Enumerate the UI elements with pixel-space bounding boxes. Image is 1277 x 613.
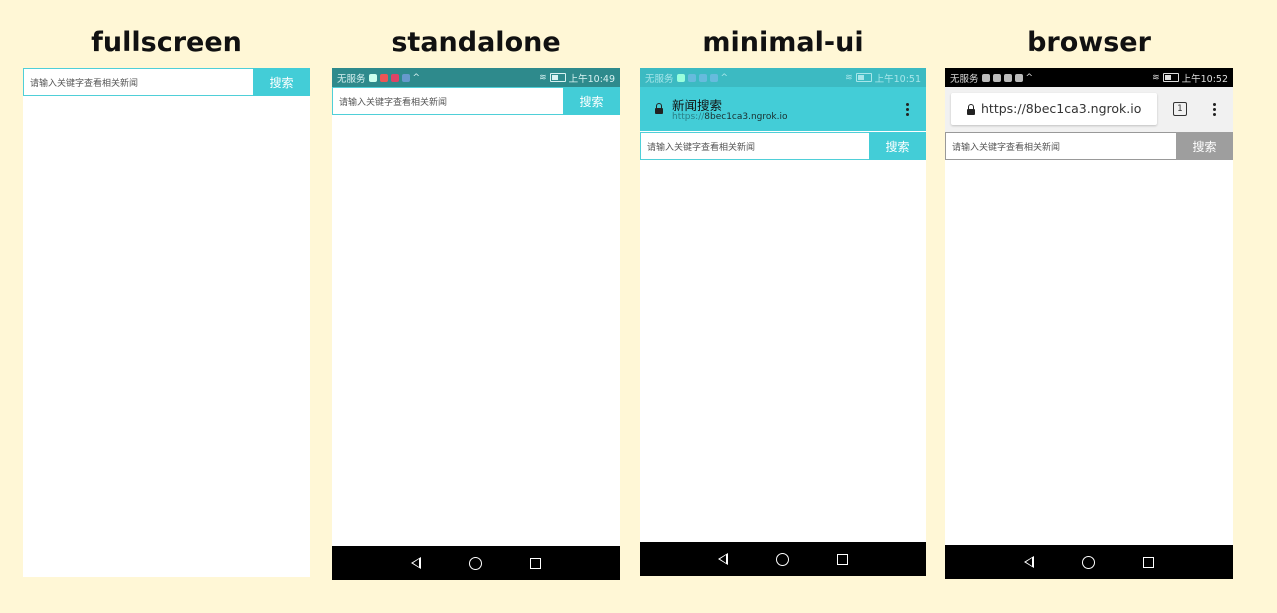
search-button[interactable]: 搜索 <box>253 68 310 96</box>
recent-square-icon[interactable] <box>1143 556 1154 568</box>
search-bar: 请输入关键字查看相关新闻 搜索 <box>640 132 926 160</box>
address-bar[interactable]: https://8bec1ca3.ngrok.io <box>951 93 1157 125</box>
app-notification-icon <box>992 73 1001 82</box>
fullscreen-title: fullscreen <box>91 27 242 58</box>
search-input[interactable]: 请输入关键字查看相关新闻 <box>640 132 869 160</box>
clock: 上午10:51 <box>874 73 921 85</box>
tab-switcher-icon[interactable]: 1 <box>1173 102 1187 116</box>
back-triangle-icon[interactable] <box>411 557 421 569</box>
browser-toolbar: https://8bec1ca3.ngrok.io 1 <box>945 87 1233 132</box>
search-bar: 请输入关键字查看相关新闻 搜索 <box>945 132 1233 160</box>
search-bar: 请输入关键字查看相关新闻 搜索 <box>332 87 620 115</box>
home-circle-icon[interactable] <box>1082 555 1095 569</box>
search-input[interactable]: 请输入关键字查看相关新闻 <box>332 87 563 115</box>
url-text[interactable]: https://8bec1ca3.ngrok.io <box>981 101 1141 116</box>
app-notification-icon <box>379 73 388 82</box>
clock: 上午10:52 <box>1181 73 1228 85</box>
kebab-menu-icon[interactable] <box>906 103 909 118</box>
app-notification-icon <box>401 73 410 82</box>
chevron-up-icon: ^ <box>1025 72 1034 83</box>
app-notification-icon <box>1014 73 1023 82</box>
app-notification-icon <box>981 73 990 82</box>
app-notification-icon <box>1003 73 1012 82</box>
url-host: 8bec1ca3.ngrok.io <box>704 112 788 122</box>
battery-icon <box>855 73 872 82</box>
minimal-ui-header: 新闻搜索 https://8bec1ca3.ngrok.io <box>640 87 926 131</box>
carrier-label: 无服务 <box>337 73 366 85</box>
back-triangle-icon[interactable] <box>718 553 728 565</box>
search-bar: 请输入关键字查看相关新闻 搜索 <box>23 68 310 96</box>
app-notification-icon <box>390 73 399 82</box>
recent-square-icon[interactable] <box>530 557 541 569</box>
url-scheme: https:// <box>672 112 705 122</box>
fullscreen-phone: 请输入关键字查看相关新闻 搜索 <box>23 68 310 577</box>
browser-phone: 无服务 ^ ≋ 上午10:52 https://8bec1ca3.ngrok.i… <box>945 68 1233 579</box>
search-input[interactable]: 请输入关键字查看相关新闻 <box>23 68 253 96</box>
lock-icon <box>967 104 975 115</box>
app-notification-icon <box>368 73 377 82</box>
app-notification-icon <box>698 73 707 82</box>
back-triangle-icon[interactable] <box>1024 556 1034 568</box>
nav-bar <box>945 545 1233 579</box>
carrier-label: 无服务 <box>645 73 674 85</box>
status-bar: 无服务 ^ ≋ 上午10:51 <box>640 68 926 87</box>
nav-bar <box>640 542 926 576</box>
page-url: https://8bec1ca3.ngrok.io <box>672 112 787 122</box>
app-notification-icon <box>687 73 696 82</box>
app-notification-icon <box>676 73 685 82</box>
search-button[interactable]: 搜索 <box>563 87 620 115</box>
search-button[interactable]: 搜索 <box>1176 132 1233 160</box>
standalone-title: standalone <box>391 27 561 58</box>
app-notification-icon <box>709 73 718 82</box>
status-bar: 无服务 ^ ≋ 上午10:49 <box>332 68 620 87</box>
battery-icon <box>1162 73 1179 82</box>
clock: 上午10:49 <box>568 73 615 85</box>
carrier-label: 无服务 <box>950 73 979 85</box>
status-bar: 无服务 ^ ≋ 上午10:52 <box>945 68 1233 87</box>
nav-bar <box>332 546 620 580</box>
minimal-ui-title: minimal-ui <box>702 27 864 58</box>
kebab-menu-icon[interactable] <box>1213 103 1216 118</box>
lock-icon <box>655 103 663 114</box>
browser-title: browser <box>1027 27 1151 58</box>
standalone-phone: 无服务 ^ ≋ 上午10:49 请输入关键字查看相关新闻 搜索 <box>332 68 620 580</box>
battery-icon <box>549 73 566 82</box>
chevron-up-icon: ^ <box>720 72 729 83</box>
search-input[interactable]: 请输入关键字查看相关新闻 <box>945 132 1176 160</box>
wifi-icon: ≋ <box>1152 72 1160 83</box>
wifi-icon: ≋ <box>539 72 547 83</box>
search-button[interactable]: 搜索 <box>869 132 926 160</box>
home-circle-icon[interactable] <box>469 556 482 570</box>
wifi-icon: ≋ <box>845 72 853 83</box>
minimal-ui-phone: 无服务 ^ ≋ 上午10:51 新闻搜索 https://8bec1ca3.ng… <box>640 68 926 576</box>
chevron-up-icon: ^ <box>412 72 421 83</box>
home-circle-icon[interactable] <box>776 552 789 566</box>
recent-square-icon[interactable] <box>837 553 848 565</box>
